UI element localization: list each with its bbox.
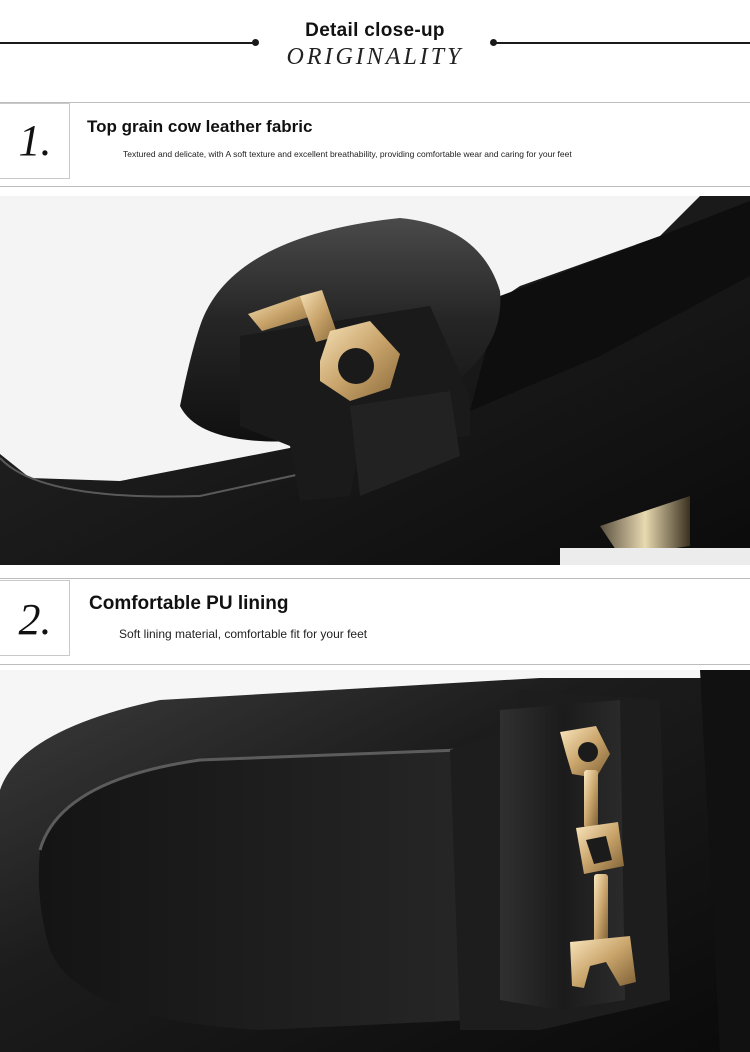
- feature-divider-top: [0, 578, 750, 579]
- feature-section-1: 1. Top grain cow leather fabric Textured…: [0, 96, 750, 192]
- page-title: Detail close-up: [305, 20, 445, 41]
- lining-closeup-image: [0, 670, 750, 1052]
- page-subtitle: ORIGINALITY: [286, 44, 464, 70]
- feature-number: 2.: [18, 595, 52, 644]
- page-header: Detail close-up ORIGINALITY: [0, 0, 750, 90]
- feature-divider-bottom: [0, 186, 750, 187]
- feature-number: 1.: [18, 116, 52, 165]
- feature-divider-top: [0, 102, 750, 103]
- header-divider-right: [496, 42, 750, 44]
- feature-divider-bottom: [0, 664, 750, 665]
- leather-closeup-image: [0, 196, 750, 565]
- feature-description: Soft lining material, comfortable fit fo…: [119, 627, 368, 641]
- feature-section-2: 2. Comfortable PU lining Soft lining mat…: [0, 572, 750, 668]
- feature-title: Top grain cow leather fabric: [87, 117, 313, 136]
- feature-title: Comfortable PU lining: [89, 593, 289, 614]
- feature-number-box: 1.: [0, 103, 70, 179]
- feature-number-box: 2.: [0, 580, 70, 656]
- feature-description: Textured and delicate, with A soft textu…: [123, 149, 572, 159]
